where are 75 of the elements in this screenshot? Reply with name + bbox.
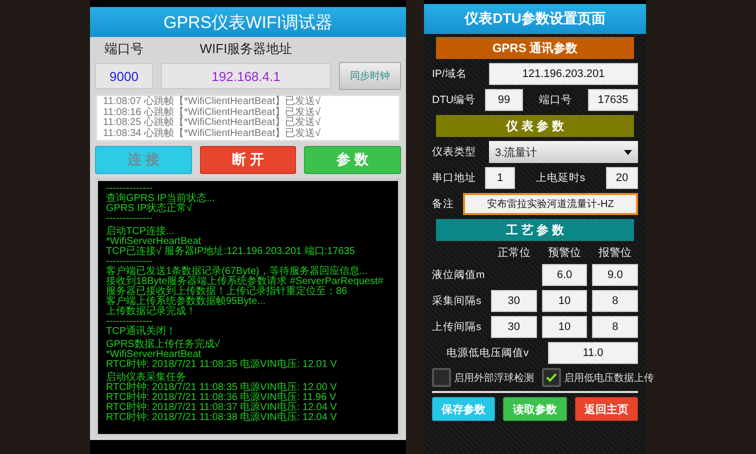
console-line: --------------	[106, 184, 154, 194]
input-field[interactable]: 6.0	[542, 264, 588, 286]
field-label: 采集间隔s	[432, 294, 482, 308]
input-field[interactable]: 99	[485, 89, 523, 111]
input-field[interactable]: 8	[592, 316, 638, 338]
console-line: 启动TCP连接...	[106, 227, 174, 237]
input-field[interactable]: 30	[491, 290, 537, 312]
console-line: --------------	[106, 214, 154, 224]
server-label: WIFI服务器地址	[198, 40, 294, 58]
home-button[interactable]: 返回主页	[574, 397, 638, 421]
input-field[interactable]: 10	[542, 290, 588, 312]
app-title: 仪表DTU参数设置页面	[424, 4, 646, 34]
section-header: 工 艺 参 数	[436, 219, 634, 241]
console-line: 客户端已发送1条数据记录(67Byte)，等待服务器回应信息...	[106, 267, 369, 277]
log-line: 11:08:07 心跳帧【*WifiClientHeartBeat】已发送√	[103, 97, 322, 107]
input-field[interactable]: 1	[485, 167, 515, 189]
input-field[interactable]: 安布雷拉实验河道流量计-HZ	[463, 193, 638, 215]
disconnect-button[interactable]: 断 开	[200, 146, 296, 174]
console-line: GPRS IP状态正常√	[106, 204, 194, 214]
console-line: 上传数据记录完成！	[106, 307, 197, 317]
checkbox-label: 启用外部浮球检测	[454, 372, 534, 384]
field-label: IP/域名	[432, 67, 468, 81]
console-line: --------------	[106, 257, 153, 267]
console-line: TCP已连接√ 服务器IP地址:121.196.203.201 端口:17635	[106, 247, 356, 257]
console-line: TCP通讯关闭！	[106, 327, 177, 337]
input-field[interactable]: 10	[542, 316, 588, 338]
console-line: *WifiServerHeartBeat	[106, 350, 202, 360]
console-line: 接收到18Byte服务器端上传系统参数请求 #ServerParRequest#	[106, 277, 384, 287]
console-line: 服务器已接收到上传数据！上传记录指针重定位至：86	[106, 287, 348, 297]
port-label: 端口号	[104, 40, 144, 58]
dropdown-value: 3.流量计	[495, 146, 538, 160]
field-label: 备注	[432, 197, 455, 211]
column-header: 正常位	[496, 246, 532, 260]
log-line: 11:08:34 心跳帧【*WifiClientHeartBeat】已发送√	[103, 128, 322, 139]
field-label: 上电延时s	[534, 171, 586, 185]
meter-type-dropdown[interactable]: 3.流量计	[489, 141, 638, 163]
field-label: DTU编号	[432, 93, 477, 107]
field-label: 上传间隔s	[432, 320, 482, 334]
field-label: 端口号	[538, 93, 573, 107]
section-header: 仪 表 参 数	[436, 115, 634, 137]
server-address-field[interactable]: 192.168.4.1	[161, 63, 331, 89]
input-field[interactable]: 8	[592, 290, 638, 312]
console-line: RTC时钟: 2018/7/21 11:08:37 电源VIN电压: 12.04 V	[106, 403, 338, 413]
console-line: GPRS数据上传任务完成√	[106, 340, 221, 350]
console-line: 查询GPRS IP当前状态...	[106, 194, 216, 204]
console-line: 启动仪表采集任务	[106, 373, 186, 383]
checkbox[interactable]	[432, 368, 451, 387]
input-field[interactable]: 9.0	[592, 264, 638, 286]
section-header: GPRS 通讯参数	[436, 37, 634, 59]
log-line: 11:08:16 心跳帧【*WifiClientHeartBeat】已发送√	[103, 108, 322, 118]
console-line: 客户端上传系统参数数据帧95Byte...	[106, 297, 266, 307]
input-field[interactable]: 20	[606, 167, 638, 189]
checkbox[interactable]	[542, 368, 561, 387]
input-field[interactable]: 17635	[588, 89, 638, 111]
console-line: RTC时钟: 2018/7/21 11:08:35 电源VIN电压: 12.01 V	[106, 360, 338, 370]
console-line: *WifiServerHeartBeat	[106, 237, 202, 247]
log-line: 11:08:25 心跳帧【*WifiClientHeartBeat】已发送√	[103, 118, 322, 128]
console-line: --------------	[106, 317, 153, 327]
console-line: RTC时钟: 2018/7/21 11:08:38 电源VIN电压: 12.04 V	[106, 413, 338, 423]
caret-icon	[624, 150, 632, 154]
console-line: RTC时钟: 2018/7/21 11:08:35 电源VIN电压: 12.00 V	[106, 383, 338, 393]
checkmark-icon	[546, 373, 557, 382]
checkbox-label: 启用低电压数据上传	[564, 372, 654, 384]
field-label: 液位阈值m	[432, 268, 486, 282]
port-field[interactable]: 9000	[95, 63, 153, 89]
app-title: GPRS仪表WIFI调试器	[90, 7, 406, 37]
column-header: 报警位	[598, 246, 633, 260]
field-label: 电源低电压阈值v	[445, 346, 530, 360]
field-label: 仪表类型	[432, 145, 477, 159]
input-field[interactable]: 11.0	[548, 342, 638, 364]
field-label: 串口地址	[432, 171, 477, 185]
console-line: RTC时钟: 2018/7/21 11:08:36 电源VIN电压: 11.96 V	[106, 393, 338, 403]
column-header: 预警位	[546, 246, 582, 260]
input-field[interactable]: 121.196.203.201	[489, 63, 638, 85]
input-field[interactable]: 30	[491, 316, 537, 338]
